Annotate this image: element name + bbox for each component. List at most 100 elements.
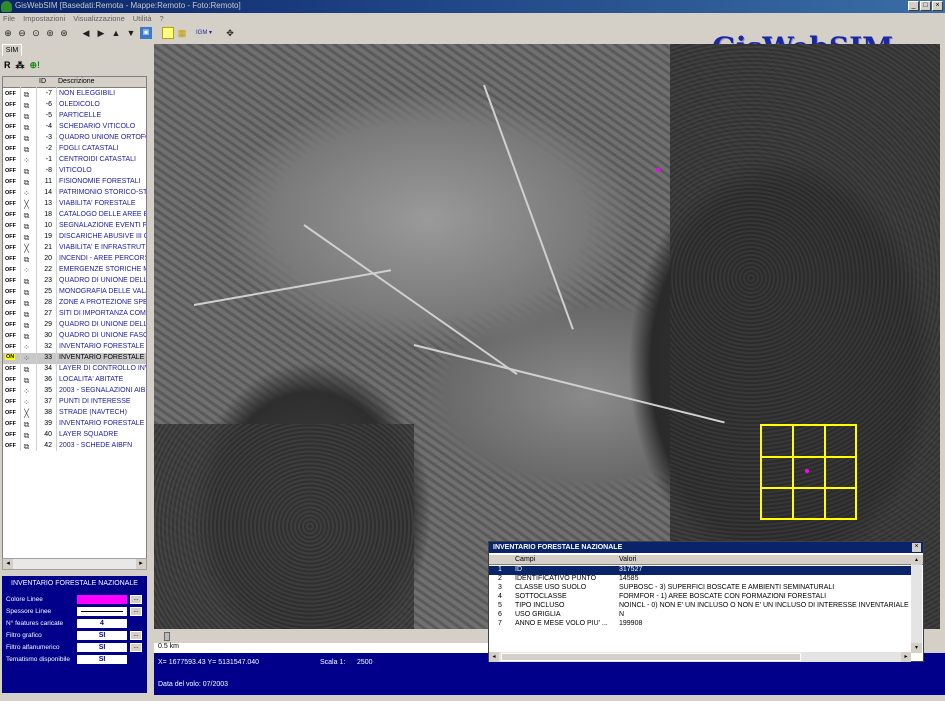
layer-visibility-toggle[interactable]: OFF bbox=[5, 190, 16, 196]
layer-row[interactable]: OFF ⧉ 10 SEGNALAZIONE EVENTI FI bbox=[3, 221, 146, 232]
menu-visualizzazione[interactable]: Visualizzazione bbox=[73, 13, 125, 25]
layer-row[interactable]: OFF ⧉ -5 PARTICELLE bbox=[3, 111, 146, 122]
layer-visibility-toggle[interactable]: OFF bbox=[5, 201, 16, 207]
info-value[interactable]: SI bbox=[77, 631, 127, 640]
menu-impostazioni[interactable]: Impostazioni bbox=[23, 13, 65, 25]
minimize-button[interactable]: _ bbox=[908, 1, 919, 11]
layer-visibility-toggle[interactable]: OFF bbox=[5, 256, 16, 262]
filter-settings-button[interactable]: ... bbox=[130, 643, 142, 652]
column-campi[interactable]: Campi bbox=[515, 556, 535, 563]
layer-row[interactable]: OFF ⧉ 30 QUADRO DI UNIONE FASC bbox=[3, 331, 146, 342]
column-id[interactable]: ID bbox=[39, 78, 46, 85]
layer-visibility-toggle[interactable]: OFF bbox=[5, 278, 16, 284]
cross-tool-icon[interactable]: ⁂ bbox=[16, 60, 25, 72]
layer-row[interactable]: OFF ╳ 13 VIABILITA' FORESTALE bbox=[3, 199, 146, 210]
highlight-icon[interactable] bbox=[162, 27, 174, 39]
layer-visibility-toggle[interactable]: OFF bbox=[5, 267, 16, 273]
column-valori[interactable]: Valori bbox=[619, 556, 636, 563]
layer-visibility-toggle[interactable]: OFF bbox=[5, 432, 16, 438]
layer-row[interactable]: OFF ⧉ -3 QUADRO UNIONE ORTOFO bbox=[3, 133, 146, 144]
layer-visibility-toggle[interactable]: OFF bbox=[5, 223, 16, 229]
layer-visibility-toggle[interactable]: OFF bbox=[5, 377, 16, 383]
layer-visibility-toggle[interactable]: OFF bbox=[5, 113, 16, 119]
pan-down-icon[interactable]: ▼ bbox=[125, 27, 137, 39]
pan-right-icon[interactable]: ▶ bbox=[95, 27, 107, 39]
attribute-row[interactable]: 7 ANNO E MESE VOLO PIU' ... 199908 bbox=[489, 620, 911, 629]
layer-row[interactable]: OFF ⁘ 37 PUNTI DI INTERESSE bbox=[3, 397, 146, 408]
pan-up-icon[interactable]: ▲ bbox=[110, 27, 122, 39]
layer-row[interactable]: OFF ⧉ 25 MONOGRAFIA DELLE VALA bbox=[3, 287, 146, 298]
attribute-row[interactable]: 4 SOTTOCLASSE FORMFOR - 1) AREE BOSCATE CO… bbox=[489, 593, 911, 602]
grid-icon[interactable]: ▦ bbox=[176, 27, 188, 39]
scroll-up-icon[interactable]: ▴ bbox=[911, 555, 922, 565]
layer-horizontal-scrollbar[interactable]: ◂ ▸ bbox=[2, 558, 147, 570]
layer-row[interactable]: OFF ⧉ -8 VITICOLO bbox=[3, 166, 146, 177]
feature-point[interactable] bbox=[656, 168, 660, 172]
scale-value[interactable]: 2500 bbox=[357, 659, 373, 666]
layer-visibility-toggle[interactable]: OFF bbox=[5, 212, 16, 218]
attribute-row[interactable]: 1 ID 317527 bbox=[489, 566, 911, 575]
layer-row[interactable]: OFF ⁘ 14 PATRIMONIO STORICO-ST bbox=[3, 188, 146, 199]
layer-row[interactable]: OFF ⧉ -7 NON ELEGGIBILI bbox=[3, 89, 146, 100]
layer-row[interactable]: OFF ⧉ 18 CATALOGO DELLE AREE B bbox=[3, 210, 146, 221]
crosshair-icon[interactable]: ✥ bbox=[224, 27, 236, 39]
layer-row[interactable]: OFF ⧉ 36 LOCALITA' ABITATE bbox=[3, 375, 146, 386]
igm-dropdown[interactable]: IGM ▾ bbox=[194, 27, 214, 39]
layer-visibility-toggle[interactable]: OFF bbox=[5, 91, 16, 97]
line-width-button[interactable]: ... bbox=[130, 607, 142, 616]
scroll-right-icon[interactable]: ▸ bbox=[901, 652, 911, 662]
layer-visibility-toggle[interactable]: ON bbox=[5, 354, 16, 360]
layer-row[interactable]: OFF ╳ 38 STRADE (NAVTECH) bbox=[3, 408, 146, 419]
zoom-in-icon[interactable]: ⊕ bbox=[2, 27, 14, 39]
layer-row[interactable]: OFF ⧉ 27 SITI DI IMPORTANZA COMI bbox=[3, 309, 146, 320]
filter-settings-button[interactable]: ... bbox=[130, 631, 142, 640]
layer-row[interactable]: OFF ⧉ 11 FISIONOMIE FORESTALI bbox=[3, 177, 146, 188]
layer-row[interactable]: OFF ⧉ 28 ZONE A PROTEZIONE SPE bbox=[3, 298, 146, 309]
pan-left-icon[interactable]: ◀ bbox=[80, 27, 92, 39]
layer-visibility-toggle[interactable]: OFF bbox=[5, 388, 16, 394]
line-color-swatch[interactable] bbox=[77, 595, 127, 604]
layer-visibility-toggle[interactable]: OFF bbox=[5, 168, 16, 174]
layer-row[interactable]: OFF ⧉ 39 INVENTARIO FORESTALE I bbox=[3, 419, 146, 430]
layer-visibility-toggle[interactable]: OFF bbox=[5, 300, 16, 306]
layer-visibility-toggle[interactable]: OFF bbox=[5, 410, 16, 416]
feature-point[interactable] bbox=[805, 469, 809, 473]
layer-visibility-toggle[interactable]: OFF bbox=[5, 245, 16, 251]
attribute-row[interactable]: 6 USO GRIGLIA N bbox=[489, 611, 911, 620]
menu-help[interactable]: ? bbox=[160, 13, 164, 25]
dialog-close-button[interactable]: × bbox=[912, 543, 921, 552]
attribute-row[interactable]: 2 IDENTIFICATIVO PUNTO 14585 bbox=[489, 575, 911, 584]
dialog-horizontal-scrollbar[interactable]: ◂ ▸ bbox=[489, 652, 911, 662]
info-value[interactable]: SI bbox=[77, 643, 127, 652]
dialog-vertical-scrollbar[interactable]: ▴ ▾ bbox=[911, 555, 922, 653]
layer-visibility-toggle[interactable]: OFF bbox=[5, 366, 16, 372]
attribute-row[interactable]: 5 TIPO INCLUSO NOINCL - 0) NON E' UN INCLU… bbox=[489, 602, 911, 611]
layer-row[interactable]: OFF ⧉ 34 LAYER DI CONTROLLO INV bbox=[3, 364, 146, 375]
color-picker-button[interactable]: ... bbox=[130, 595, 142, 604]
layer-row[interactable]: OFF ⁘ 22 EMERGENZE STORICHE M bbox=[3, 265, 146, 276]
layer-visibility-toggle[interactable]: OFF bbox=[5, 146, 16, 152]
layer-visibility-toggle[interactable]: OFF bbox=[5, 399, 16, 405]
selection-grid[interactable] bbox=[760, 424, 857, 520]
scroll-right-icon[interactable]: ▸ bbox=[136, 559, 146, 569]
layer-visibility-toggle[interactable]: OFF bbox=[5, 344, 16, 350]
maximize-button[interactable]: □ bbox=[920, 1, 931, 11]
layer-row[interactable]: OFF ⧉ 42 2003 - SCHEDE AIBFN bbox=[3, 441, 146, 452]
layer-row[interactable]: OFF ⧉ 29 QUADRO DI UNIONE DELL bbox=[3, 320, 146, 331]
layer-row[interactable]: OFF ⁘ 35 2003 - SEGNALAZIONI AIB I bbox=[3, 386, 146, 397]
add-layer-icon[interactable]: ⊕! bbox=[30, 60, 41, 72]
layer-row[interactable]: OFF ⧉ -6 OLEDICOLO bbox=[3, 100, 146, 111]
layer-visibility-toggle[interactable]: OFF bbox=[5, 289, 16, 295]
layer-row[interactable]: OFF ╳ 21 VIABILITA' E INFRASTRUT bbox=[3, 243, 146, 254]
layer-visibility-toggle[interactable]: OFF bbox=[5, 135, 16, 141]
layer-visibility-toggle[interactable]: OFF bbox=[5, 124, 16, 130]
map-vertical-scrollbar[interactable] bbox=[940, 44, 945, 629]
layer-visibility-toggle[interactable]: OFF bbox=[5, 102, 16, 108]
info-value[interactable]: SI bbox=[77, 655, 127, 664]
zoom-extent-icon[interactable]: ⊛ bbox=[58, 27, 70, 39]
photo-layer-icon[interactable]: ▣ bbox=[140, 27, 152, 39]
layer-visibility-toggle[interactable]: OFF bbox=[5, 157, 16, 163]
scroll-thumb[interactable] bbox=[501, 653, 801, 661]
zoom-out-icon[interactable]: ⊖ bbox=[16, 27, 28, 39]
column-descrizione[interactable]: Descrizione bbox=[58, 78, 95, 85]
